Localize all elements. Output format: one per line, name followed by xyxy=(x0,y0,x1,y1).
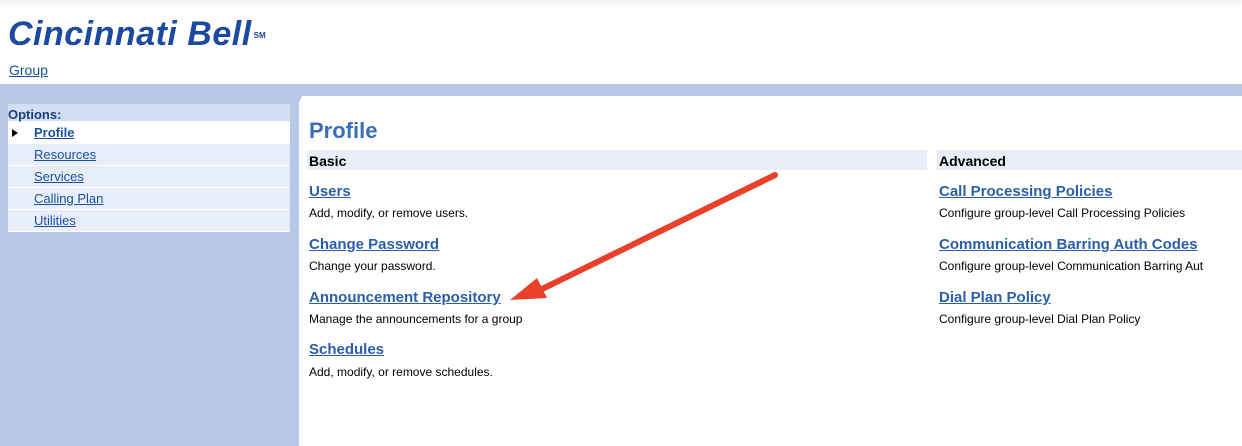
users-description: Add, modify, or remove users. xyxy=(309,206,469,220)
announcement-repository-description: Manage the announcements for a group xyxy=(309,312,523,326)
options-title: Options: xyxy=(8,104,290,122)
communication-barring-auth-codes-description: Configure group-level Communication Barr… xyxy=(939,259,1204,273)
sidebar-item-profile[interactable]: Profile xyxy=(8,122,290,144)
schedules-description: Add, modify, or remove schedules. xyxy=(309,365,493,379)
logo-text: Cincinnati Bell xyxy=(8,15,252,53)
sidebar-item-label: Profile xyxy=(34,125,75,140)
sidebar-item-calling-plan[interactable]: Calling Plan xyxy=(8,188,290,210)
sidebar-item-label: Calling Plan xyxy=(34,191,104,206)
sidebar-item-services[interactable]: Services xyxy=(8,166,290,188)
sidebar-item-label: Utilities xyxy=(34,213,76,228)
current-item-bullet-icon xyxy=(12,129,18,137)
logo-service-mark: SM xyxy=(253,31,266,40)
change-password-description: Change your password. xyxy=(309,259,436,273)
call-processing-policies-link[interactable]: Call Processing Policies xyxy=(939,183,1112,200)
sidebar-item-label: Resources xyxy=(34,147,97,162)
sidebar-item-resources[interactable]: Resources xyxy=(8,144,290,166)
cincinnati-bell-logo: Cincinnati Bell SM xyxy=(8,14,266,54)
breadcrumb-group-link[interactable]: Group xyxy=(9,62,48,78)
sidebar-options-list: Options: Profile Resources Services Call… xyxy=(8,104,290,232)
schedules-link[interactable]: Schedules xyxy=(309,341,384,358)
sidebar-item-label: Services xyxy=(34,169,84,184)
page-title: Profile xyxy=(309,118,378,143)
dial-plan-policy-link[interactable]: Dial Plan Policy xyxy=(939,289,1051,306)
advanced-section-header: Advanced xyxy=(937,150,1242,170)
header-band xyxy=(0,84,1242,96)
sidebar: Options: Profile Resources Services Call… xyxy=(0,96,290,446)
call-processing-policies-description: Configure group-level Call Processing Po… xyxy=(939,206,1186,220)
announcement-repository-link[interactable]: Announcement Repository xyxy=(309,289,501,306)
communication-barring-auth-codes-link[interactable]: Communication Barring Auth Codes xyxy=(939,236,1198,253)
main-content-panel: Profile Basic Advanced Users Add, modify… xyxy=(299,96,1242,446)
users-link[interactable]: Users xyxy=(309,183,351,200)
basic-section-header: Basic xyxy=(307,150,927,170)
top-shadow xyxy=(0,0,1242,8)
dial-plan-policy-description: Configure group-level Dial Plan Policy xyxy=(939,312,1141,326)
change-password-link[interactable]: Change Password xyxy=(309,236,439,253)
sidebar-item-utilities[interactable]: Utilities xyxy=(8,210,290,232)
